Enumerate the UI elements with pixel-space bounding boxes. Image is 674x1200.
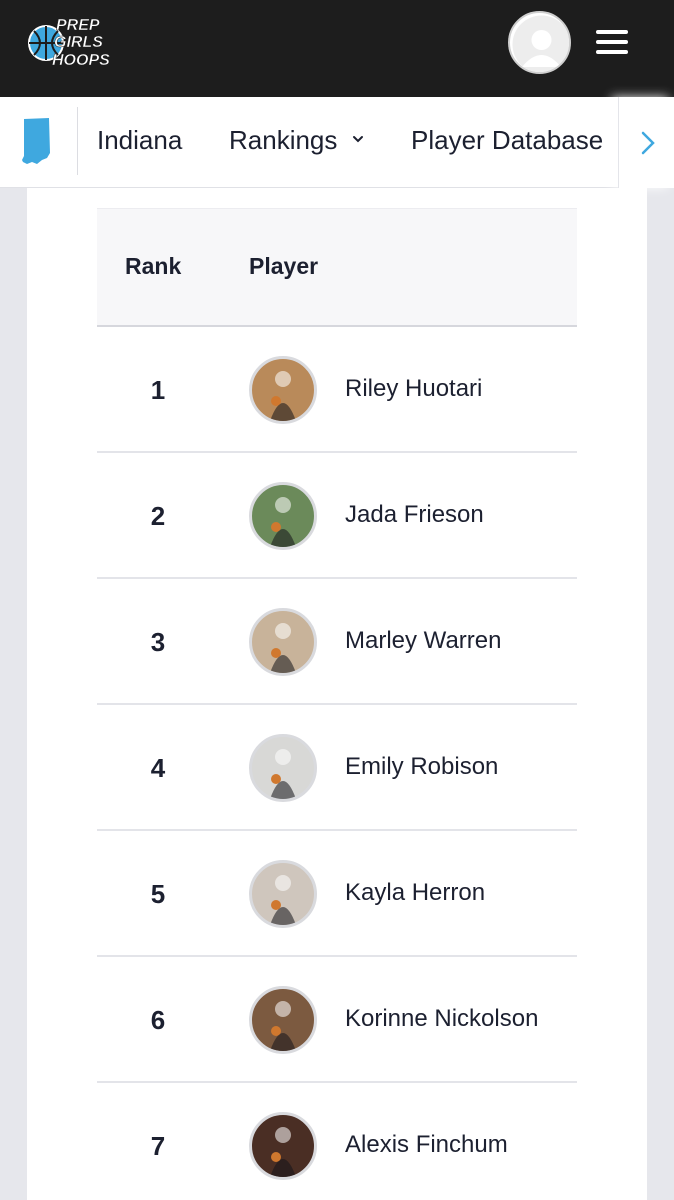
player-name-link[interactable]: Korinne Nickolson: [345, 1005, 538, 1033]
table-row[interactable]: 3 Marley Warren: [97, 579, 577, 705]
rank-number: 4: [150, 753, 166, 783]
subnav-divider: [77, 107, 78, 175]
chevron-right-icon: [641, 131, 655, 155]
table-row[interactable]: 1 Riley Huotari: [97, 327, 577, 453]
player-photo[interactable]: [249, 986, 317, 1054]
table-row[interactable]: 5 Kayla Herron: [97, 831, 577, 957]
rank-number: 7: [150, 1131, 166, 1161]
player-name-link[interactable]: Emily Robison: [345, 753, 498, 781]
player-photo[interactable]: [249, 482, 317, 550]
state-subnav: Indiana Rankings Player Database: [0, 97, 674, 188]
menu-bar-icon: [596, 40, 628, 44]
player-photo[interactable]: [249, 356, 317, 424]
player-column-header: Player: [249, 253, 319, 279]
prep-girls-hoops-logo[interactable]: PREP GIRLS HOOPS: [26, 14, 132, 72]
rank-number: 2: [150, 501, 166, 531]
table-row[interactable]: 4 Emily Robison: [97, 705, 577, 831]
subnav-scroll-right-button[interactable]: [618, 97, 674, 188]
rank-number: 3: [150, 627, 166, 657]
rank-number: 1: [150, 375, 166, 405]
hamburger-menu-button[interactable]: [592, 26, 632, 58]
player-photo[interactable]: [249, 1112, 317, 1180]
user-avatar-button[interactable]: [508, 11, 571, 74]
svg-text:PREP: PREP: [56, 17, 100, 34]
menu-bar-icon: [596, 50, 628, 54]
rank-number: 5: [150, 879, 166, 909]
table-row[interactable]: 6 Korinne Nickolson: [97, 957, 577, 1083]
nav-item-indiana[interactable]: Indiana: [97, 123, 182, 157]
player-name-link[interactable]: Kayla Herron: [345, 879, 485, 907]
menu-bar-icon: [596, 30, 628, 34]
chevron-down-icon[interactable]: [351, 132, 365, 146]
indiana-state-icon[interactable]: [18, 115, 54, 167]
nav-item-player-database[interactable]: Player Database: [411, 123, 603, 157]
rank-column-header: Rank: [125, 253, 182, 279]
table-row[interactable]: 2 Jada Frieson: [97, 453, 577, 579]
player-photo[interactable]: [249, 860, 317, 928]
player-photo[interactable]: [249, 608, 317, 676]
top-header: PREP GIRLS HOOPS: [0, 0, 674, 97]
rankings-card: Rank Player 1 Riley Huotari 2 Jada Frieson 3…: [27, 188, 647, 1200]
svg-text:GIRLS: GIRLS: [54, 34, 103, 51]
player-name-link[interactable]: Riley Huotari: [345, 375, 482, 403]
svg-text:HOOPS: HOOPS: [52, 52, 110, 69]
rankings-table-header: Rank Player: [97, 208, 577, 327]
player-photo[interactable]: [249, 734, 317, 802]
player-name-link[interactable]: Jada Frieson: [345, 501, 484, 529]
table-row[interactable]: 7 Alexis Finchum: [97, 1083, 577, 1200]
user-icon: [512, 15, 569, 72]
player-name-link[interactable]: Alexis Finchum: [345, 1131, 508, 1159]
rank-number: 6: [150, 1005, 166, 1035]
nav-item-rankings[interactable]: Rankings: [229, 123, 337, 157]
player-name-link[interactable]: Marley Warren: [345, 627, 501, 655]
